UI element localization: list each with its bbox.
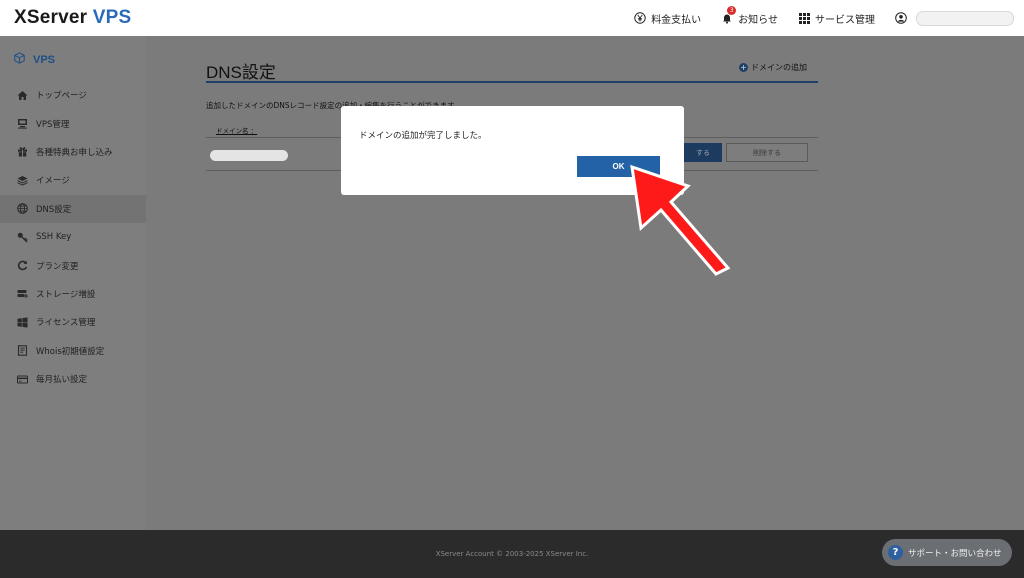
sidebar-item-top-page[interactable]: トップページ (0, 81, 146, 109)
support-label: サポート・お問い合わせ (908, 548, 1002, 559)
sidebar-title-label: VPS (33, 53, 56, 66)
sidebar-item-benefits[interactable]: 各種特典お申し込み (0, 138, 146, 166)
sidebar-item-plan-change[interactable]: プラン変更 (0, 251, 146, 279)
sidebar-item-label: トップページ (36, 91, 87, 102)
sidebar-item-dns-settings[interactable]: DNS設定 (0, 194, 146, 223)
title-underline (206, 81, 818, 83)
sidebar-item-label: プラン変更 (36, 261, 79, 272)
user-menu[interactable] (895, 12, 912, 24)
payment-link[interactable]: 料金支払い (634, 11, 701, 26)
sidebar-item-label: イメージ (36, 176, 70, 187)
sidebar-item-label: ライセンス管理 (36, 318, 96, 329)
sidebar-menu: トップページ VPS管理 各種特典お申し込み イメージ DNS設定 SSH Ke… (0, 81, 146, 393)
card-icon (16, 373, 28, 385)
document-icon (16, 345, 28, 357)
sidebar-item-whois[interactable]: Whois初期値設定 (0, 337, 146, 365)
sidebar-item-image[interactable]: イメージ (0, 166, 146, 194)
domain-name-redacted (210, 150, 288, 161)
layers-icon (16, 174, 28, 186)
top-bar: XServer VPS 料金支払い 3 お知らせ サービス管理 (0, 0, 1024, 36)
notifications-label: お知らせ (738, 14, 778, 26)
cube-icon (14, 52, 25, 67)
logo-text: XServer (14, 7, 88, 28)
question-icon: ? (888, 545, 903, 560)
user-name-redacted[interactable] (916, 10, 1014, 26)
sidebar-item-vps-management[interactable]: VPS管理 (0, 109, 146, 137)
grid-icon (798, 12, 810, 24)
app-logo[interactable]: XServer VPS (14, 7, 131, 29)
footer: XServer Account © 2003-2025 XServer Inc.… (0, 530, 1024, 578)
dialog-message: ドメインの追加が完了しました。 (359, 131, 487, 141)
key-icon (16, 231, 28, 243)
notification-badge: 3 (727, 6, 737, 15)
sidebar-item-label: DNS設定 (36, 204, 72, 215)
sidebar-item-label: 各種特典お申し込み (36, 147, 113, 158)
plus-circle-icon: + (739, 63, 748, 72)
add-domain-link[interactable]: + ドメインの追加 (739, 62, 807, 73)
sidebar-item-storage[interactable]: ストレージ増設 (0, 280, 146, 308)
sidebar-item-license[interactable]: ライセンス管理 (0, 308, 146, 336)
sidebar-item-label: ストレージ増設 (36, 289, 96, 300)
globe-icon (16, 203, 28, 215)
payment-label: 料金支払い (651, 14, 702, 26)
page-title: DNS設定 (206, 63, 276, 82)
storage-icon (16, 288, 28, 300)
sidebar-item-label: 毎月払い設定 (36, 375, 88, 386)
services-label: サービス管理 (815, 14, 875, 26)
sidebar-item-label: SSH Key (36, 232, 72, 243)
sidebar-item-monthly-payment[interactable]: 毎月払い設定 (0, 365, 146, 393)
sidebar-item-label: VPS管理 (36, 119, 70, 130)
bell-icon: 3 (721, 6, 737, 24)
add-domain-label: ドメインの追加 (751, 63, 807, 72)
yen-icon (634, 12, 646, 24)
user-icon (895, 12, 907, 24)
sidebar: VPS トップページ VPS管理 各種特典お申し込み イメージ DNS設定 SS… (0, 36, 146, 530)
server-icon (16, 118, 28, 130)
sidebar-item-ssh-key[interactable]: SSH Key (0, 223, 146, 251)
notifications-link[interactable]: 3 お知らせ (721, 6, 778, 26)
home-icon (16, 89, 28, 101)
delete-button[interactable]: 削除する (726, 143, 808, 162)
completion-dialog: ドメインの追加が完了しました。 OK (341, 106, 684, 195)
ok-button[interactable]: OK (577, 156, 660, 177)
services-link[interactable]: サービス管理 (798, 11, 875, 26)
sidebar-item-label: Whois初期値設定 (36, 346, 105, 357)
refresh-icon (16, 260, 28, 272)
windows-icon (16, 316, 28, 328)
copyright: XServer Account © 2003-2025 XServer Inc. (435, 550, 589, 558)
gift-icon (16, 146, 28, 158)
top-nav: 料金支払い 3 お知らせ サービス管理 (634, 0, 1024, 36)
logo-product: VPS (92, 7, 132, 28)
support-button[interactable]: ? サポート・お問い合わせ (882, 539, 1012, 566)
sidebar-title[interactable]: VPS (14, 52, 55, 67)
